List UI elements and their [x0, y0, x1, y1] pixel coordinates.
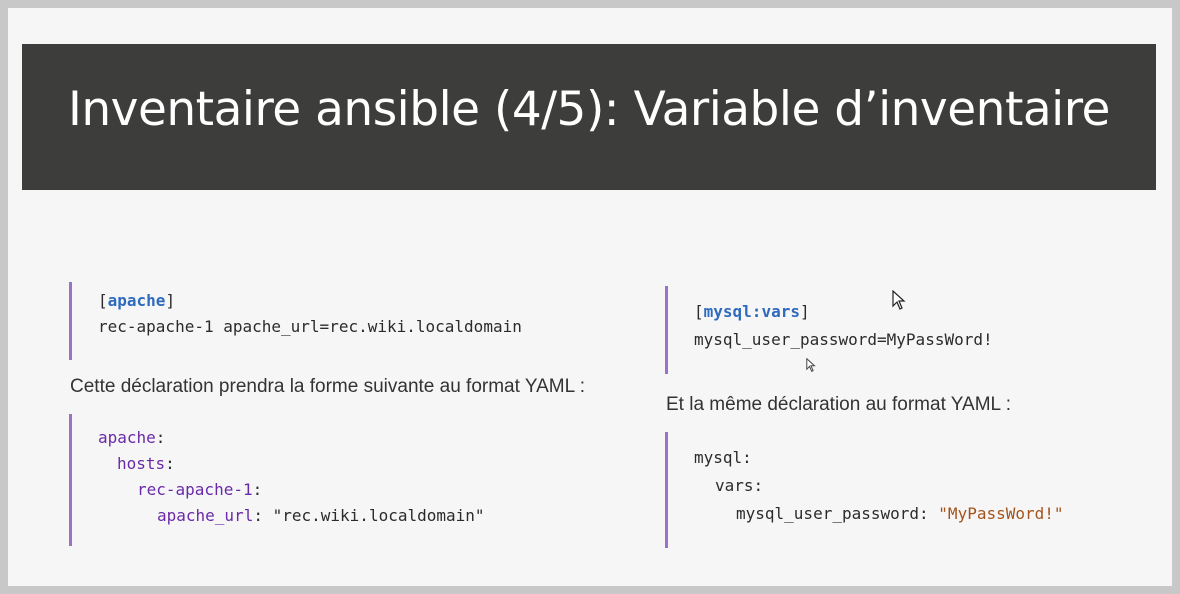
- right-ini-section-line: [mysql:vars]: [694, 302, 810, 321]
- yaml-value-mysql-password: "MyPassWord!": [938, 504, 1064, 523]
- right-yaml-code-block: mysql: vars: mysql_user_password: "MyPas…: [665, 432, 1148, 548]
- yaml-line-mysql: mysql:: [694, 448, 752, 467]
- yaml-key-mysql-user-password: mysql_user_password:: [736, 504, 929, 523]
- ini-section-mysql-vars: mysql:vars: [703, 302, 800, 321]
- title-banner: Inventaire ansible (4/5): Variable d’inv…: [22, 44, 1156, 190]
- yaml-colon: :: [252, 480, 263, 499]
- yaml-colon: :: [253, 506, 263, 525]
- right-ini-code-block: [mysql:vars] mysql_user_password=MyPassW…: [665, 286, 1148, 374]
- right-ini-password-line: mysql_user_password=MyPassWord!: [694, 330, 993, 349]
- bracket-close: ]: [799, 302, 810, 321]
- left-ini-section-line: [apache]: [98, 291, 175, 310]
- yaml-line-apache: apache:: [98, 428, 165, 447]
- mouse-pointer-icon: [892, 290, 906, 310]
- mouse-pointer-small-icon: [806, 358, 816, 372]
- yaml-key-apache-url: apache_url: [157, 506, 254, 525]
- bracket-open: [: [98, 291, 108, 310]
- yaml-line-hosts: hosts:: [117, 454, 175, 473]
- yaml-line-mysql-password: mysql_user_password: "MyPassWord!": [736, 504, 1064, 523]
- left-ini-host-line: rec-apache-1 apache_url=rec.wiki.localdo…: [98, 317, 522, 336]
- left-ini-code-block: [apache] rec-apache-1 apache_url=rec.wik…: [69, 282, 612, 360]
- bracket-open: [: [694, 302, 704, 321]
- slide: Inventaire ansible (4/5): Variable d’inv…: [8, 8, 1172, 586]
- yaml-key-rec-apache-1: rec-apache-1: [137, 480, 253, 499]
- yaml-colon: :: [165, 454, 175, 473]
- yaml-value-apache-url: "rec.wiki.localdomain": [272, 506, 485, 525]
- yaml-key-hosts: hosts: [117, 454, 166, 473]
- right-caption: Et la même déclaration au format YAML :: [666, 394, 1011, 415]
- left-caption: Cette déclaration prendra la forme suiva…: [70, 376, 586, 397]
- yaml-colon: :: [155, 428, 166, 447]
- slide-title: Inventaire ansible (4/5): Variable d’inv…: [68, 82, 1110, 137]
- yaml-line-apache-url: apache_url: "rec.wiki.localdomain": [157, 506, 485, 525]
- yaml-line-vars: vars:: [715, 476, 764, 495]
- bracket-close: ]: [165, 291, 176, 310]
- yaml-line-host: rec-apache-1:: [137, 480, 262, 499]
- left-yaml-code-block: apache: hosts: rec-apache-1: apache_url:…: [69, 414, 612, 546]
- yaml-key-apache: apache: [98, 428, 156, 447]
- ini-section-apache: apache: [107, 291, 166, 310]
